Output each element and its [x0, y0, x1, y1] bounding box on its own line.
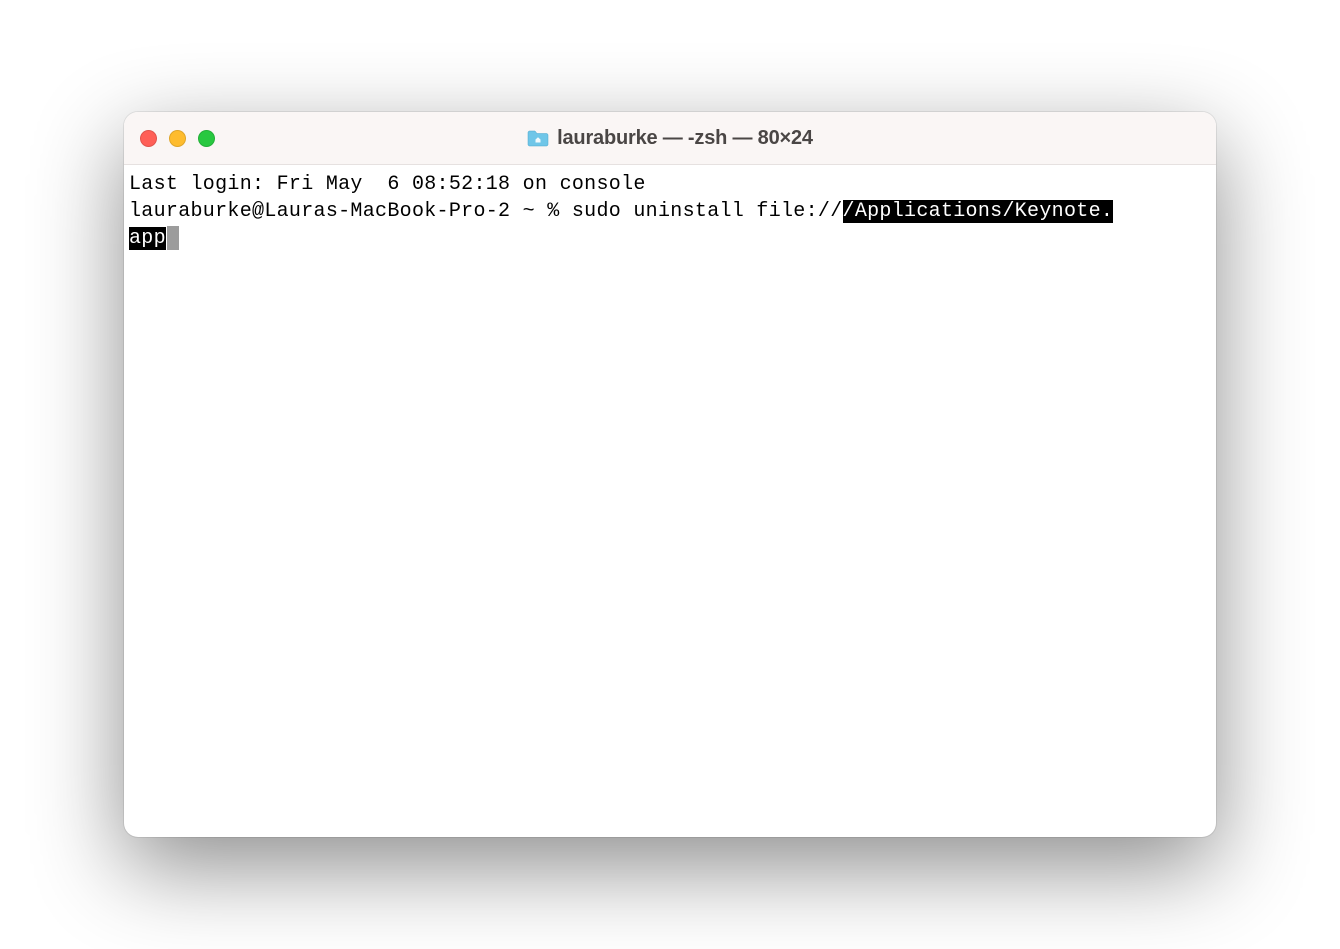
title-area: lauraburke — -zsh — 80×24: [124, 127, 1216, 150]
terminal-content[interactable]: Last login: Fri May 6 08:52:18 on consol…: [124, 165, 1216, 258]
minimize-button[interactable]: [169, 130, 186, 147]
home-folder-icon: [527, 129, 549, 147]
terminal-cursor: [167, 226, 179, 250]
zoom-button[interactable]: [198, 130, 215, 147]
terminal-window: lauraburke — -zsh — 80×24 Last login: Fr…: [124, 112, 1216, 837]
close-button[interactable]: [140, 130, 157, 147]
command-highlight-1: /Applications/Keynote.: [843, 200, 1114, 223]
last-login-line: Last login: Fri May 6 08:52:18 on consol…: [129, 171, 1211, 198]
command-highlight-2: app: [129, 227, 166, 250]
window-titlebar: lauraburke — -zsh — 80×24: [124, 112, 1216, 165]
prompt: lauraburke@Lauras-MacBook-Pro-2 ~ %: [129, 200, 572, 223]
command-text: sudo uninstall file://: [572, 200, 843, 223]
traffic-lights: [140, 130, 215, 147]
window-title: lauraburke — -zsh — 80×24: [557, 127, 813, 150]
